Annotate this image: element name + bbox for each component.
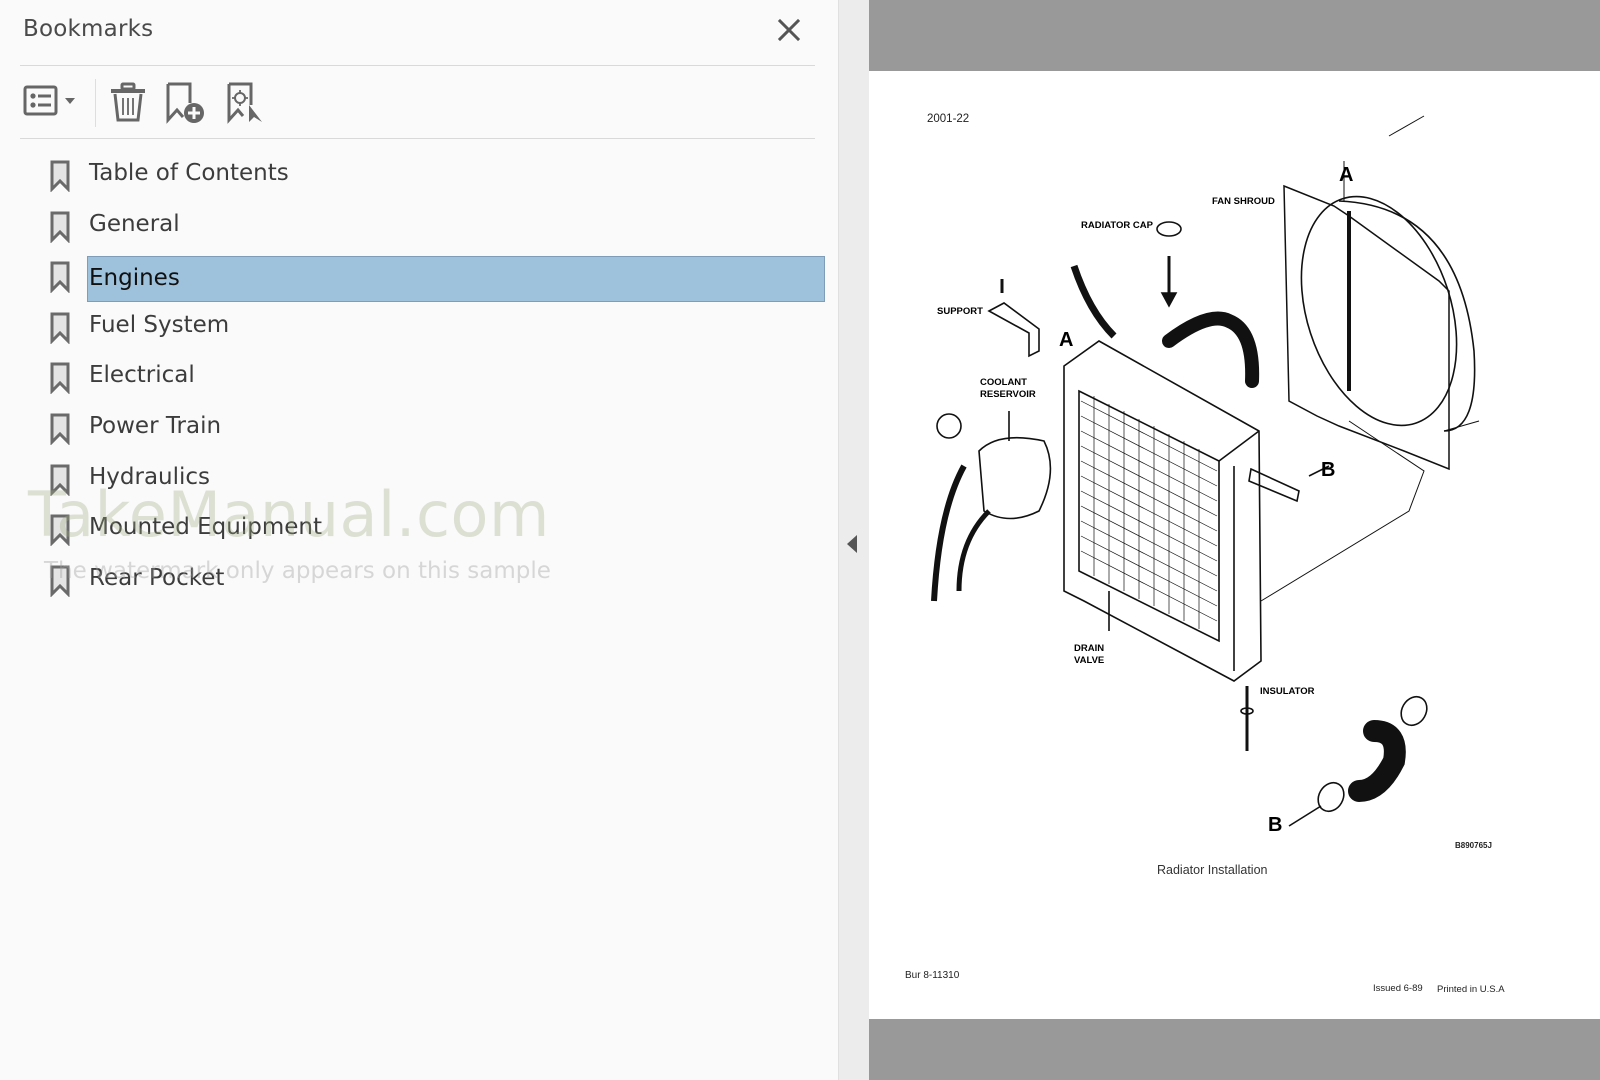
toolbar-divider <box>20 138 815 139</box>
label-drain-1: DRAIN <box>1074 643 1104 654</box>
bookmark-icon <box>50 514 70 547</box>
header-divider <box>20 65 815 66</box>
bookmark-item[interactable]: General <box>0 199 838 249</box>
footer-document-number: Bur 8-11310 <box>905 970 960 981</box>
trash-icon <box>111 82 145 122</box>
bookmark-item[interactable]: Table of Contents <box>0 148 838 198</box>
label-insulator: INSULATOR <box>1260 686 1315 697</box>
close-button[interactable] <box>776 17 802 43</box>
chevron-down-icon <box>65 98 75 104</box>
footer-issued: Issued 6-89 <box>1373 983 1423 994</box>
bookmark-target-icon <box>227 82 262 124</box>
document-page: 2001-22 FAN SHROUD RADIATOR CAP SUPPORT … <box>869 71 1600 1019</box>
panel-title: Bookmarks <box>23 16 154 42</box>
figure-caption: Radiator Installation <box>1157 863 1268 877</box>
bookmarks-panel: Bookmarks Table of Contents General Engi… <box>0 0 838 1080</box>
callout-a-top: A <box>1339 164 1353 186</box>
new-bookmark-button[interactable] <box>165 81 207 125</box>
bookmark-label: Electrical <box>89 362 195 389</box>
options-menu-button[interactable] <box>23 81 79 125</box>
callout-a-left: A <box>1059 329 1073 351</box>
bookmarks-toolbar <box>0 67 838 139</box>
delete-bookmark-button[interactable] <box>108 81 148 125</box>
panel-header: Bookmarks <box>0 0 838 66</box>
label-radiator-cap: RADIATOR CAP <box>1081 220 1154 231</box>
label-drain-2: VALVE <box>1074 655 1104 666</box>
bookmark-icon <box>50 261 70 294</box>
bookmark-label: Power Train <box>89 413 222 439</box>
figure-number: B890765J <box>1455 841 1492 850</box>
bookmark-icon <box>50 413 70 445</box>
bookmark-label: General <box>89 210 180 237</box>
bookmark-label: Table of Contents <box>89 160 289 186</box>
callout-b-bottom: B <box>1268 814 1282 836</box>
find-current-bookmark-button[interactable] <box>225 81 267 125</box>
document-view[interactable]: 2001-22 FAN SHROUD RADIATOR CAP SUPPORT … <box>869 0 1600 1080</box>
bookmark-item[interactable]: Engines <box>0 249 838 303</box>
bookmark-icon <box>50 160 70 192</box>
list-options-icon <box>23 85 75 116</box>
bookmark-label: Hydraulics <box>89 463 211 490</box>
label-fan-shroud: FAN SHROUD <box>1212 196 1275 207</box>
toolbar-separator <box>95 79 96 127</box>
label-coolant-2: RESERVOIR <box>980 389 1036 400</box>
bookmark-icon <box>50 211 70 243</box>
bookmark-icon <box>50 464 70 496</box>
bookmark-item[interactable]: Power Train <box>0 401 838 451</box>
bookmark-item[interactable]: Electrical <box>0 350 838 400</box>
bookmark-label: Fuel System <box>89 311 230 338</box>
bookmark-item[interactable]: Rear Pocket <box>0 553 838 603</box>
bookmark-icon <box>50 565 70 597</box>
callout-b-right: B <box>1321 459 1335 481</box>
bookmark-label: Engines <box>87 256 825 303</box>
bookmark-label: Rear Pocket <box>89 564 225 591</box>
triangle-left-icon[interactable] <box>847 535 857 553</box>
bookmark-icon <box>50 362 70 395</box>
bookmark-label: Mounted Equipment <box>89 514 322 541</box>
label-coolant-1: COOLANT <box>980 377 1027 388</box>
bookmark-add-icon <box>166 82 204 124</box>
bookmark-item[interactable]: Mounted Equipment <box>0 502 838 552</box>
bookmark-item[interactable]: Hydraulics <box>0 452 838 502</box>
label-support: SUPPORT <box>937 306 983 317</box>
bookmark-icon <box>50 312 70 344</box>
bookmark-item[interactable]: Fuel System <box>0 300 838 350</box>
close-icon <box>777 18 801 42</box>
footer-printed: Printed in U.S.A <box>1437 984 1505 995</box>
